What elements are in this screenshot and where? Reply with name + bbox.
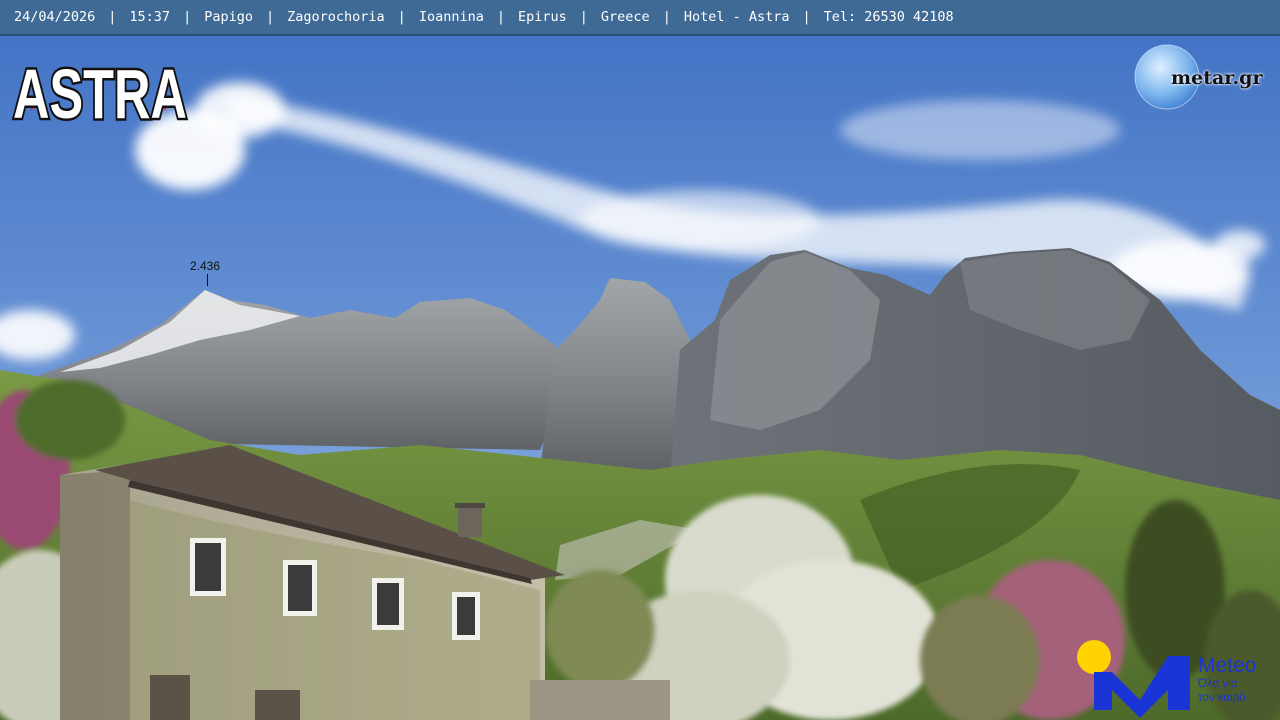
separator: | [579,9,588,25]
separator: | [265,9,275,25]
astra-logo-text: ASTRA [13,55,187,128]
peak-marker-line [207,274,208,286]
region-text: Epirus [517,9,567,25]
time-text: 15:37 [129,9,171,25]
meteo-tagline-2: τον καιρό [1198,692,1246,705]
separator: | [108,9,117,25]
metar-logo: metar.gr [1133,44,1273,112]
info-bar: 24/04/2026 | 15:37 | Papigo | Zagorochor… [0,0,1280,36]
separator: | [802,9,811,25]
metar-logo-text: metar.gr [1171,67,1263,89]
separator: | [397,9,406,25]
separator: | [662,9,671,25]
separator: | [496,9,505,25]
country-text: Greece [600,9,650,25]
meteo-tagline-1: Όλα για [1198,678,1238,690]
peak-altitude-label: 2.436 [190,259,221,273]
webcam-scene [0,0,1280,720]
area-text: Zagorochoria [287,9,385,25]
phone-text: Tel: 26530 42108 [823,9,954,25]
meteo-logo: Meteo Όλα για τον καιρό [1198,655,1256,704]
hotel-text: Hotel - Astra [683,9,790,25]
separator: | [183,9,192,25]
date-text: 24/04/2026 [14,9,96,25]
meteo-title: Meteo [1198,654,1257,677]
city-text: Ioannina [418,9,484,25]
village-text: Papigo [204,9,253,25]
astra-logo: ASTRA [11,53,190,129]
